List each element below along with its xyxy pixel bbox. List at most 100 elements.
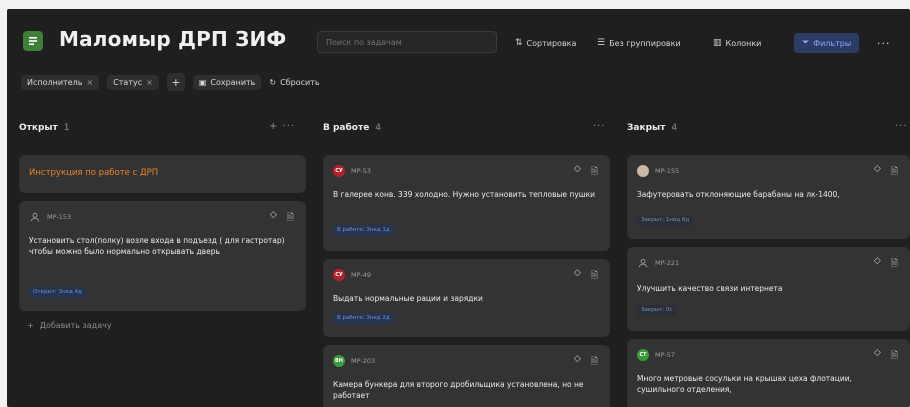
status-badge: В работе: 3нед 2д — [333, 313, 394, 324]
card-icons: ◇ 🗎 — [574, 164, 598, 180]
add-task-button[interactable]: + Добавить задачу — [27, 321, 112, 330]
document-icon[interactable]: 🗎 — [591, 164, 598, 180]
task-title: Зафутеровать отклоняющие барабаны на лк-… — [637, 190, 840, 199]
save-filter-button[interactable]: ▣ Сохранить — [192, 74, 262, 90]
save-icon: ▣ — [198, 77, 207, 87]
column-actions[interactable]: ··· — [593, 121, 606, 132]
document-icon[interactable]: 🗎 — [891, 348, 898, 364]
priority-icon[interactable]: ◇ — [874, 256, 881, 272]
avatar: СУ — [333, 165, 345, 177]
card-meta: ВН MP-203 — [333, 355, 375, 367]
project-title: Маломыр ДРП ЗИФ — [59, 27, 287, 51]
columns-label: Колонки — [725, 38, 762, 48]
document-icon[interactable]: 🗎 — [287, 210, 294, 226]
sort-button[interactable]: ⇅ Сортировка — [515, 33, 576, 53]
card-meta: СТ MP-57 — [637, 349, 675, 361]
priority-icon[interactable]: ◇ — [574, 354, 581, 370]
columns-button[interactable]: ▥ Колонки — [713, 33, 761, 53]
task-id: MP-153 — [47, 213, 72, 221]
task-title: Камера бункера для второго дробильщика у… — [333, 380, 584, 400]
task-title: Улучшить качество связи интернета — [637, 284, 783, 293]
column-count: 4 — [671, 123, 678, 133]
column-count: 4 — [375, 123, 382, 133]
avatar: СУ — [333, 269, 345, 281]
header: Маломыр ДРП ЗИФ ⇅ Сортировка ☰ Без групп… — [7, 9, 910, 65]
task-card[interactable]: СТ MP-57 ◇ 🗎 Много метровые сосульки на … — [627, 339, 910, 407]
document-icon[interactable]: 🗎 — [891, 164, 898, 180]
task-card[interactable]: СУ MP-53 ◇ 🗎 В галерее конв. 339 холодно… — [323, 155, 610, 251]
task-id: MP-221 — [655, 259, 680, 267]
column-header-open: Открыт 1 — [19, 123, 70, 133]
card-meta: MP-221 — [637, 257, 679, 269]
task-title: Много метровые сосульки на крышах цеха ф… — [637, 374, 852, 394]
project-logo-icon — [23, 31, 43, 51]
column-actions[interactable]: ··· — [895, 121, 908, 132]
columns-icon: ▥ — [713, 38, 722, 48]
task-card[interactable]: MP-155 ◇ 🗎 Зафутеровать отклоняющие бара… — [627, 155, 910, 239]
board-window: Маломыр ДРП ЗИФ ⇅ Сортировка ☰ Без групп… — [7, 9, 910, 407]
card-icons: ◇ 🗎 — [874, 348, 898, 364]
task-card[interactable]: СУ MP-49 ◇ 🗎 Выдать нормальные рации и з… — [323, 259, 610, 337]
priority-icon[interactable]: ◇ — [270, 210, 277, 226]
card-meta: СУ MP-49 — [333, 269, 371, 281]
filter-bar: Исполнитель × Статус × + ▣ Сохранить ↻ С… — [21, 72, 320, 92]
task-id: MP-49 — [351, 271, 372, 279]
document-icon[interactable]: 🗎 — [591, 354, 598, 370]
column-title: Открыт — [19, 123, 58, 133]
task-id: MP-203 — [351, 357, 376, 365]
task-card[interactable]: ВН MP-203 ◇ 🗎 Камера бункера для второго… — [323, 345, 610, 407]
more-menu-button[interactable]: ··· — [877, 33, 891, 53]
card-meta: MP-155 — [637, 165, 679, 177]
reset-label: Сбросить — [280, 77, 320, 87]
instruction-card[interactable]: Инструкция по работе с ДРП — [19, 155, 306, 193]
reset-filter-button[interactable]: ↻ Сбросить — [269, 78, 319, 87]
card-icons: ◇ 🗎 — [574, 268, 598, 284]
sort-label: Сортировка — [526, 38, 577, 48]
add-filter-button[interactable]: + — [166, 73, 185, 91]
filter-icon: ⏷ — [802, 38, 810, 48]
task-title: Выдать нормальные рации и зарядки — [333, 294, 483, 303]
sort-icon: ⇅ — [515, 38, 523, 48]
card-icons: ◇ 🗎 — [574, 354, 598, 370]
priority-icon[interactable]: ◇ — [574, 268, 581, 284]
priority-icon[interactable]: ◇ — [574, 164, 581, 180]
column-count: 1 — [63, 123, 70, 133]
user-icon — [29, 211, 41, 223]
document-icon[interactable]: 🗎 — [891, 256, 898, 272]
chip-label: Статус — [113, 77, 143, 87]
task-id: MP-155 — [655, 167, 680, 175]
column-actions[interactable]: + ··· — [269, 121, 295, 132]
priority-icon[interactable]: ◇ — [874, 348, 881, 364]
column-title: Закрыт — [627, 123, 666, 133]
close-icon[interactable]: × — [86, 78, 93, 87]
priority-icon[interactable]: ◇ — [874, 164, 881, 180]
column-title: В работе — [323, 123, 370, 133]
user-icon — [637, 257, 649, 269]
task-card[interactable]: MP-153 ◇ 🗎 Установить стол(полку) возле … — [19, 201, 306, 311]
grouping-button[interactable]: ☰ Без группировки — [597, 33, 681, 53]
grouping-icon: ☰ — [597, 38, 606, 48]
column-header-closed: Закрыт 4 — [627, 123, 677, 133]
chip-label: Исполнитель — [27, 77, 83, 87]
add-task-label: Добавить задачу — [39, 321, 112, 330]
avatar: СТ — [637, 349, 649, 361]
save-label: Сохранить — [210, 77, 256, 87]
task-card[interactable]: MP-221 ◇ 🗎 Улучшить качество связи интер… — [627, 247, 910, 331]
card-meta: MP-153 — [29, 211, 71, 223]
task-id: MP-57 — [655, 351, 676, 359]
search-input[interactable] — [317, 31, 497, 53]
grouping-label: Без группировки — [609, 38, 681, 48]
filter-chip-assignee[interactable]: Исполнитель × — [21, 74, 100, 90]
status-badge: Закрыт: 0с — [637, 305, 677, 316]
close-icon[interactable]: × — [146, 78, 153, 87]
filters-label: Фильтры — [813, 38, 852, 48]
status-badge: Открыт: 3нед 4д — [29, 287, 86, 298]
status-badge: Закрыт: 1нед 6д — [637, 215, 694, 226]
reset-icon: ↻ — [269, 77, 277, 87]
document-icon[interactable]: 🗎 — [591, 268, 598, 284]
task-id: MP-53 — [351, 167, 372, 175]
filters-button[interactable]: ⏷ Фильтры — [794, 33, 860, 53]
avatar: ВН — [333, 355, 345, 367]
filter-chip-status[interactable]: Статус × — [107, 74, 159, 90]
column-header-in-progress: В работе 4 — [323, 123, 381, 133]
